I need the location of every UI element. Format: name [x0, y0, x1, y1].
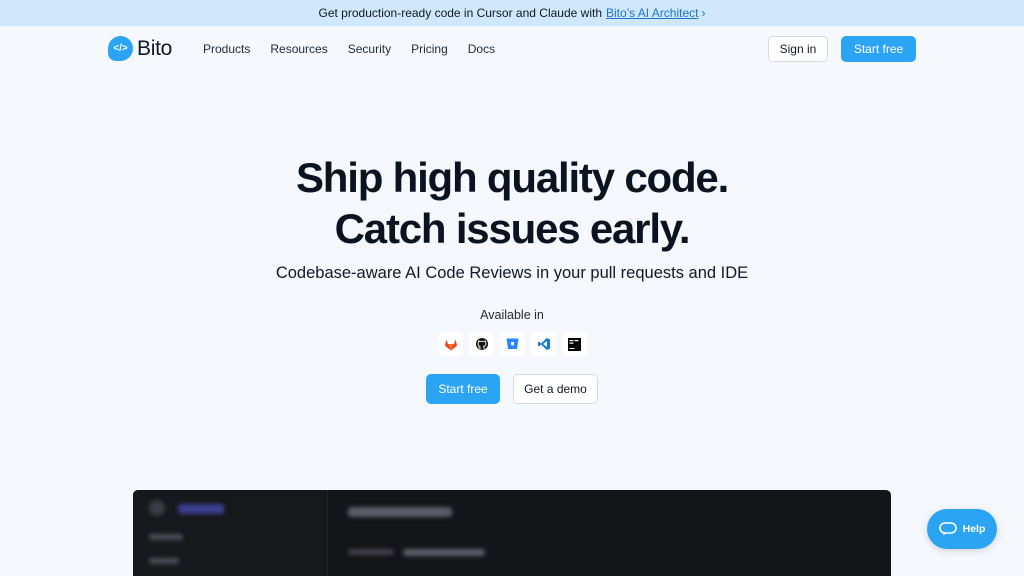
chevron-right-icon[interactable]: ›: [702, 6, 706, 20]
hero-subtitle: Codebase-aware AI Code Reviews in your p…: [275, 264, 749, 282]
platform-icons: [438, 332, 587, 356]
available-in-label: Available in: [480, 308, 544, 322]
github-icon[interactable]: [469, 332, 494, 356]
help-button[interactable]: Help: [927, 509, 997, 549]
nav-item-pricing[interactable]: Pricing: [411, 42, 448, 56]
preview-menu-line: [149, 534, 183, 540]
nav-menu: Products Resources Security Pricing Docs: [203, 42, 515, 56]
nav-item-resources[interactable]: Resources: [270, 42, 327, 56]
logo[interactable]: </> Bito: [108, 36, 172, 61]
logo-text: Bito: [137, 36, 172, 60]
preview-badge: [178, 504, 224, 514]
chat-bubble-icon: [938, 522, 957, 536]
bitbucket-icon[interactable]: [500, 332, 525, 356]
banner-text: Get production-ready code in Cursor and …: [318, 6, 603, 20]
banner-link[interactable]: Bito’s AI Architect: [606, 6, 699, 20]
bito-logo-icon: </>: [108, 36, 133, 61]
get-demo-button[interactable]: Get a demo: [513, 374, 598, 404]
jetbrains-icon[interactable]: [562, 332, 587, 356]
product-preview: [133, 490, 891, 576]
sign-in-button[interactable]: Sign in: [768, 36, 828, 62]
hero-title-line2: Catch issues early.: [334, 205, 691, 252]
nav-item-security[interactable]: Security: [348, 42, 391, 56]
preview-line: [403, 549, 485, 556]
start-free-button[interactable]: Start free: [426, 374, 500, 404]
preview-menu-line: [149, 558, 179, 564]
nav-item-docs[interactable]: Docs: [468, 42, 495, 56]
announcement-banner: Get production-ready code in Cursor and …: [0, 0, 1024, 26]
help-label: Help: [962, 523, 986, 535]
preview-avatar: [149, 500, 165, 516]
hero-title: Ship high quality code. Catch issues ear…: [0, 152, 1024, 254]
vscode-icon[interactable]: [531, 332, 556, 356]
top-navigation: </> Bito Products Resources Security Pri…: [0, 26, 1024, 72]
preview-line: [348, 549, 394, 555]
nav-item-products[interactable]: Products: [203, 42, 250, 56]
start-free-nav-button[interactable]: Start free: [841, 36, 916, 62]
preview-heading: [348, 507, 452, 517]
hero-title-line1: Ship high quality code.: [295, 154, 729, 201]
gitlab-icon[interactable]: [438, 332, 463, 356]
